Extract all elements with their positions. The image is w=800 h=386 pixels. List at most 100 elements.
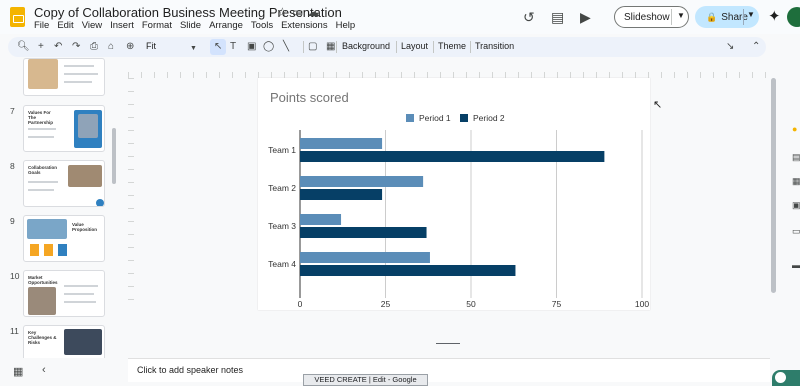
taskbar-window-label: VEED CREATE | Edit - Google Chrome: [303, 374, 428, 386]
print-icon[interactable]: ⎙: [90, 40, 98, 54]
chart-bar: [300, 227, 427, 238]
transition-button[interactable]: Transition: [475, 41, 514, 51]
undo-icon[interactable]: ↶: [54, 40, 62, 54]
divider: [671, 9, 672, 25]
cloud-status-icon[interactable]: ☁: [307, 5, 319, 19]
extension-badge[interactable]: [772, 370, 800, 386]
tasks-icon[interactable]: ▤: [792, 152, 800, 163]
slide-thumbnail-title: Market Opportunities: [28, 275, 58, 285]
divider: [303, 41, 304, 53]
slide-thumbnail[interactable]: Key Challenges & Risks: [23, 325, 105, 358]
legend-swatch: [406, 114, 414, 122]
contacts-icon[interactable]: ▭: [792, 226, 800, 237]
redo-icon[interactable]: ↷: [72, 40, 80, 54]
menu-help[interactable]: Help: [336, 20, 356, 31]
slide-thumbnail-title: Values For The Partnership: [28, 110, 54, 125]
slideshow-label: Slideshow: [624, 11, 670, 23]
bar-chart[interactable]: Points scored Period 1 Period 2 Team 1Tea…: [258, 78, 650, 310]
legend-label: Period 1: [419, 113, 451, 123]
chart-bar: [300, 151, 605, 162]
slide-number: 7: [10, 106, 15, 116]
menu-edit[interactable]: Edit: [57, 20, 73, 31]
speaker-notes[interactable]: Click to add speaker notes: [128, 358, 770, 382]
notes-resize-handle[interactable]: [436, 343, 460, 344]
slide-canvas[interactable]: Points scored Period 1 Period 2 Team 1 Tea…: [258, 78, 650, 310]
gemini-sparkle-icon[interactable]: ✦: [768, 7, 781, 25]
speaker-notes-placeholder: Click to add speaker notes: [137, 365, 244, 375]
chart-bar: [300, 214, 342, 225]
version-history-icon[interactable]: ↺: [523, 9, 535, 26]
category-label: Team 3: [268, 221, 296, 231]
grid-view-icon[interactable]: ▦: [13, 365, 23, 378]
comment-add-icon[interactable]: ▢: [308, 40, 317, 54]
paint-format-icon[interactable]: ⌂: [108, 40, 114, 54]
theme-button[interactable]: Theme: [438, 41, 466, 51]
slideshow-button[interactable]: Slideshow ▼: [614, 6, 689, 28]
chevron-down-icon[interactable]: ▼: [747, 10, 755, 19]
collapse-toolbar-icon[interactable]: ⌃: [752, 40, 760, 54]
layout-arrange-icon[interactable]: ▦: [326, 40, 335, 54]
category-label: Team 2: [268, 183, 296, 193]
collapse-filmstrip-icon[interactable]: ‹: [42, 364, 46, 376]
chart-category-labels: Team 1 Team 2 Team 3 Team 4: [268, 145, 296, 269]
chevron-down-icon[interactable]: ▼: [677, 11, 685, 20]
canvas-scrollbar[interactable]: [771, 78, 776, 293]
meet-icon[interactable]: ▶: [580, 9, 591, 26]
menu-file[interactable]: File: [34, 20, 49, 31]
divider: [433, 41, 434, 53]
slide-thumbnail[interactable]: Values For The Partnership: [23, 105, 105, 152]
chart-bar: [300, 265, 516, 276]
pen-tool-icon[interactable]: ↘: [726, 40, 734, 54]
slide-thumbnail-title: Collaboration Goals: [28, 165, 57, 175]
comments-icon[interactable]: ▤: [551, 9, 564, 26]
chevron-down-icon[interactable]: ▼: [190, 42, 197, 56]
menu-slide[interactable]: Slide: [180, 20, 201, 31]
menu-arrange[interactable]: Arrange: [209, 20, 243, 31]
zoom-select[interactable]: Fit: [146, 41, 156, 51]
star-icon[interactable]: ☆: [277, 5, 288, 19]
toolbar: 🔍︎ + ↶ ↷ ⎙ ⌂ ⊕ Fit ▼ ↖ T ▣ ◯ ╲ ▢ ▦ Backg…: [8, 37, 766, 57]
menu-extensions[interactable]: Extensions: [281, 20, 327, 31]
slide-thumbnail[interactable]: Collaboration Goals: [23, 160, 105, 207]
search-menus-icon[interactable]: 🔍︎: [17, 40, 30, 54]
share-button[interactable]: 🔒 Share ▼: [695, 6, 759, 28]
slide-filmstrip: 7 Values For The Partnership 8 Collabora…: [0, 58, 118, 358]
menu-format[interactable]: Format: [142, 20, 172, 31]
maps-icon[interactable]: ▣: [792, 200, 800, 211]
chart-bar: [300, 176, 424, 187]
new-slide-icon[interactable]: +: [38, 40, 44, 54]
calendar-icon[interactable]: ▦: [792, 176, 800, 187]
category-label: Team 1: [268, 145, 296, 155]
chart-bars: [300, 138, 605, 276]
line-icon[interactable]: ╲: [283, 40, 289, 54]
title-bar: Copy of Collaboration Business Meeting P…: [0, 0, 800, 34]
divider: [743, 9, 744, 25]
x-tick-label: 100: [635, 299, 649, 309]
add-on-icon[interactable]: ▬: [792, 260, 800, 270]
slide-thumbnail-title: Value Proposition: [72, 222, 97, 232]
menu-insert[interactable]: Insert: [110, 20, 134, 31]
move-folder-icon[interactable]: ▭: [292, 5, 303, 19]
slide-thumbnail[interactable]: Value Proposition: [23, 215, 105, 262]
x-tick-label: 50: [466, 299, 476, 309]
mouse-cursor-icon: ↖: [653, 99, 663, 111]
menu-tools[interactable]: Tools: [251, 20, 273, 31]
menu-bar: File Edit View Insert Format Slide Arrange Tool…: [34, 20, 355, 31]
avatar[interactable]: [787, 7, 800, 27]
filmstrip-scrollbar[interactable]: [112, 128, 116, 184]
layout-button[interactable]: Layout: [401, 41, 428, 51]
x-tick-label: 75: [552, 299, 562, 309]
background-button[interactable]: Background: [342, 41, 390, 51]
text-box-icon[interactable]: T: [230, 40, 236, 54]
keep-icon[interactable]: ●: [792, 124, 797, 134]
shape-icon[interactable]: ◯: [263, 40, 274, 54]
zoom-icon[interactable]: ⊕: [126, 40, 134, 54]
chart-bar: [300, 138, 383, 149]
slides-logo-icon[interactable]: [10, 7, 25, 27]
legend-label: Period 2: [473, 113, 505, 123]
menu-view[interactable]: View: [82, 20, 102, 31]
slide-thumbnail[interactable]: Market Opportunities: [23, 270, 105, 317]
image-icon[interactable]: ▣: [247, 40, 256, 54]
slide-thumbnail[interactable]: [23, 58, 105, 96]
chart-legend: Period 1 Period 2: [406, 113, 505, 123]
